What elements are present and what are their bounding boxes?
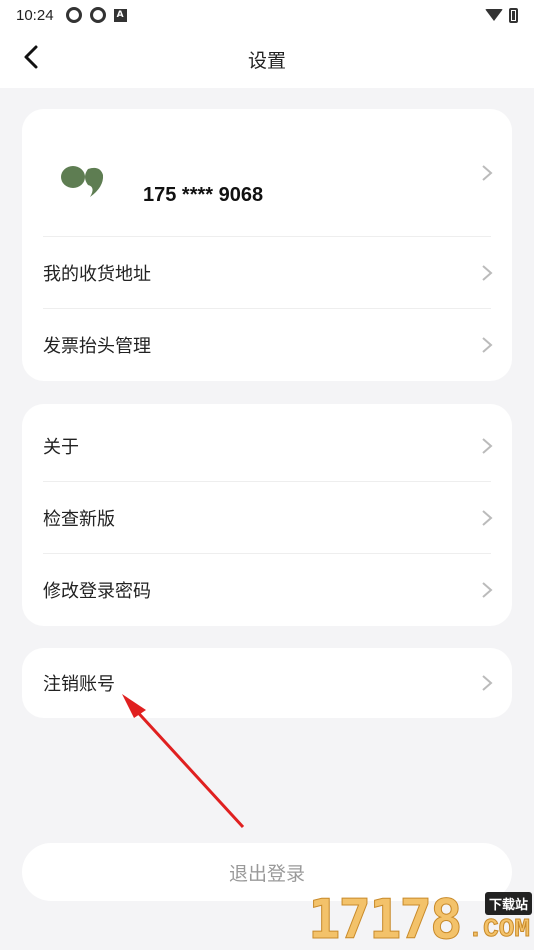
- sync-icon: [89, 7, 106, 23]
- menu-item-label: 检查新版: [43, 509, 115, 530]
- chevron-right-icon: [482, 265, 493, 281]
- watermark-suffix: .COM: [467, 914, 530, 945]
- menu-item-label: 关于: [43, 437, 79, 458]
- menu-item-label: 注销账号: [43, 674, 115, 695]
- chevron-right-icon: [482, 675, 493, 691]
- menu-item-check-update[interactable]: 检查新版: [22, 482, 512, 554]
- chevron-right-icon: [482, 438, 493, 454]
- avatar: [61, 166, 104, 197]
- annotation-arrow: [122, 694, 245, 829]
- chevron-right-icon: [482, 165, 493, 181]
- chevron-right-icon: [482, 337, 493, 353]
- page-title: 设置: [247, 49, 286, 72]
- menu-item-about[interactable]: 关于: [22, 410, 512, 482]
- chevron-right-icon: [482, 582, 493, 598]
- status-bar: 10:24 A: [0, 0, 534, 30]
- info-card: 关于 检查新版 修改登录密码: [22, 404, 512, 626]
- watermark-tag: 下载站: [484, 892, 532, 915]
- menu-item-invoice-title[interactable]: 发票抬头管理: [22, 309, 512, 381]
- menu-item-label: 修改登录密码: [43, 581, 151, 602]
- watermark-digits: 17178: [308, 888, 464, 950]
- account-card: 175 **** 9068 我的收货地址 发票抬头管理: [22, 109, 512, 381]
- menu-item-change-password[interactable]: 修改登录密码: [22, 554, 512, 626]
- profile-row[interactable]: 175 **** 9068: [22, 109, 512, 237]
- battery-icon: [509, 7, 518, 23]
- menu-item-label: 我的收货地址: [43, 264, 151, 285]
- menu-item-deactivate-account[interactable]: 注销账号: [22, 648, 512, 718]
- sync-icon: [65, 7, 82, 23]
- status-time: 10:24: [16, 6, 54, 24]
- deactivate-card: 注销账号: [22, 648, 512, 718]
- menu-item-label: 发票抬头管理: [43, 336, 151, 357]
- menu-item-shipping-address[interactable]: 我的收货地址: [22, 237, 512, 309]
- chevron-right-icon: [482, 510, 493, 526]
- nav-bar: 设置: [0, 30, 534, 88]
- back-arrow-icon[interactable]: [18, 42, 48, 72]
- a-notification-icon: A: [113, 8, 127, 22]
- wifi-icon: [485, 9, 503, 21]
- account-phone: 175 **** 9068: [143, 184, 264, 206]
- site-watermark: 17178 下载站 .COM: [308, 880, 534, 950]
